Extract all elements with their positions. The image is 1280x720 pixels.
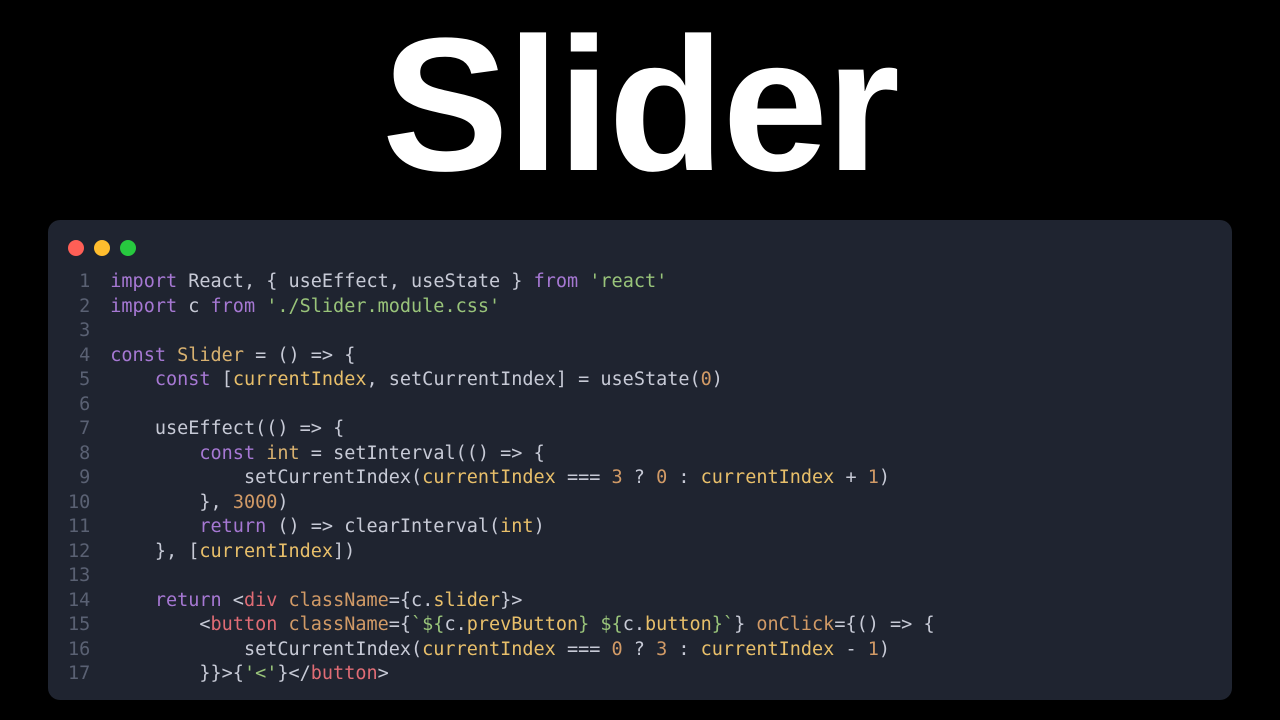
- line-number: 12: [68, 540, 90, 565]
- line-number: 3: [68, 319, 90, 344]
- minimize-icon[interactable]: [94, 240, 110, 256]
- code-line: }, 3000): [110, 491, 934, 516]
- line-number: 13: [68, 564, 90, 589]
- code-line: setCurrentIndex(currentIndex === 3 ? 0 :…: [110, 466, 934, 491]
- code-line: const Slider = () => {: [110, 344, 934, 369]
- line-number: 5: [68, 368, 90, 393]
- code-line: return <div className={c.slider}>: [110, 589, 934, 614]
- code-line: }, [currentIndex]): [110, 540, 934, 565]
- line-number: 15: [68, 613, 90, 638]
- line-number: 7: [68, 417, 90, 442]
- code-content[interactable]: import React, { useEffect, useState } fr…: [110, 270, 934, 687]
- code-editor-window: 1234567891011121314151617 import React, …: [48, 220, 1232, 700]
- line-number: 9: [68, 466, 90, 491]
- line-number-gutter: 1234567891011121314151617: [68, 270, 110, 687]
- code-line: import c from './Slider.module.css': [110, 295, 934, 320]
- code-line: }}>{'<'}</button>: [110, 662, 934, 687]
- page-title: Slider: [0, 0, 1280, 220]
- line-number: 10: [68, 491, 90, 516]
- line-number: 1: [68, 270, 90, 295]
- line-number: 2: [68, 295, 90, 320]
- line-number: 4: [68, 344, 90, 369]
- line-number: 14: [68, 589, 90, 614]
- close-icon[interactable]: [68, 240, 84, 256]
- code-line: return () => clearInterval(int): [110, 515, 934, 540]
- code-line: const int = setInterval(() => {: [110, 442, 934, 467]
- code-line: setCurrentIndex(currentIndex === 0 ? 3 :…: [110, 638, 934, 663]
- zoom-icon[interactable]: [120, 240, 136, 256]
- code-line: [110, 393, 934, 418]
- line-number: 6: [68, 393, 90, 418]
- code-area: 1234567891011121314151617 import React, …: [68, 270, 1212, 687]
- code-line: <button className={`${c.prevButton} ${c.…: [110, 613, 934, 638]
- line-number: 11: [68, 515, 90, 540]
- line-number: 8: [68, 442, 90, 467]
- line-number: 16: [68, 638, 90, 663]
- code-line: import React, { useEffect, useState } fr…: [110, 270, 934, 295]
- code-line: const [currentIndex, setCurrentIndex] = …: [110, 368, 934, 393]
- window-controls: [68, 236, 1212, 270]
- code-line: [110, 564, 934, 589]
- code-line: useEffect(() => {: [110, 417, 934, 442]
- code-line: [110, 319, 934, 344]
- line-number: 17: [68, 662, 90, 687]
